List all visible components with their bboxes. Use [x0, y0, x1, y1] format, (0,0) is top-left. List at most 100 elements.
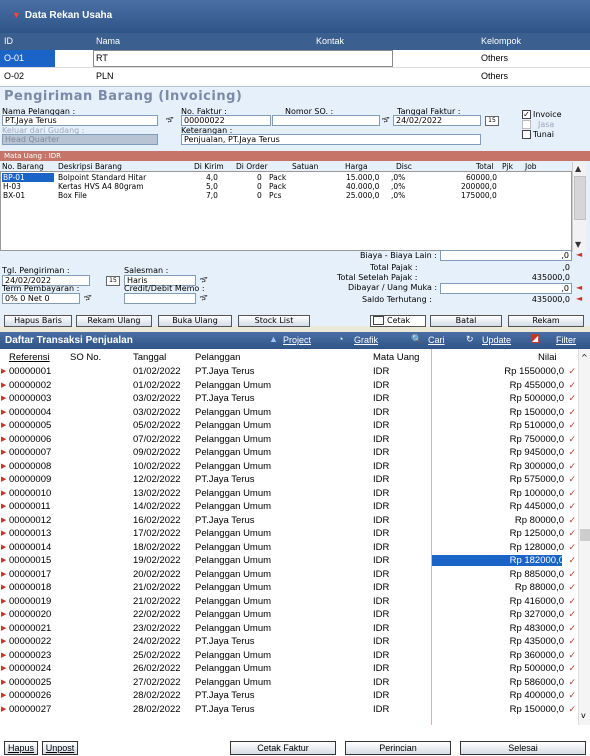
nilai-cell[interactable]: Rp 128000,0: [454, 542, 564, 553]
rekan-row[interactable]: O-02 PLN Others: [0, 67, 590, 84]
ref-cell[interactable]: 00000025: [9, 677, 51, 688]
search-icon[interactable]: 🔍: [411, 334, 422, 345]
cari-link[interactable]: Cari: [428, 335, 445, 345]
filter-icon[interactable]: ◢: [531, 334, 540, 343]
item-row[interactable]: BX-01 Box File 7,0 0 Pcs 25.000,0 ,0% 17…: [1, 191, 573, 200]
nilai-cell[interactable]: Rp 1550000,0: [454, 366, 564, 377]
credit-memo-field[interactable]: [124, 293, 196, 304]
nilai-cell[interactable]: Rp 150000,0: [454, 407, 564, 418]
transaksi-row[interactable]: ▶ 00000001 01/02/2022 PT.Jaya Terus IDR Rp 15…: [0, 366, 578, 377]
grafik-icon[interactable]: ◔: [338, 334, 343, 344]
invoice-checkbox[interactable]: ✓: [522, 110, 531, 119]
ref-cell[interactable]: 00000005: [9, 420, 51, 431]
nama-pelanggan-field[interactable]: PT.Jaya Terus: [2, 115, 158, 126]
items-scrollbar[interactable]: ▲ ▼: [572, 162, 586, 252]
ref-cell[interactable]: 00000023: [9, 650, 51, 661]
rekam-ulang-button[interactable]: Rekam Ulang: [76, 315, 152, 327]
rekan-id-cell[interactable]: O-01: [0, 50, 55, 67]
perincian-button[interactable]: Perincian: [345, 741, 451, 755]
cetak-faktur-button[interactable]: Cetak Faktur: [230, 741, 336, 755]
nilai-cell[interactable]: Rp 500000,0: [454, 393, 564, 404]
transaksi-row[interactable]: ▶ 00000008 10/02/2022 Pelanggan Umum IDR Rp 3…: [0, 461, 578, 472]
nilai-cell[interactable]: Rp 945000,0: [454, 447, 564, 458]
key-icon[interactable]: ኇ: [166, 115, 173, 125]
col-id[interactable]: ID: [4, 36, 13, 46]
ref-cell[interactable]: 00000015: [9, 555, 51, 566]
nilai-cell[interactable]: Rp 88000,0: [454, 582, 564, 593]
rekan-row[interactable]: O-01 RT Others: [0, 50, 590, 67]
item-row[interactable]: BP-01 Bolpoint Standard Hitar 4,0 0 Pack…: [1, 173, 573, 182]
col-job[interactable]: Job: [525, 162, 537, 171]
col-nama[interactable]: Nama: [96, 36, 120, 46]
rekan-nama-edit[interactable]: RT: [93, 50, 393, 67]
ref-cell[interactable]: 00000017: [9, 569, 51, 580]
scroll-down-icon[interactable]: ▼: [575, 240, 581, 249]
transaksi-list[interactable]: ▶ 00000001 01/02/2022 PT.Jaya Terus IDR Rp 15…: [0, 365, 578, 725]
hapus-button[interactable]: Hapus: [4, 741, 38, 755]
nilai-cell[interactable]: Rp 500000,0: [454, 663, 564, 674]
col-kelompok[interactable]: Kelompok: [481, 36, 521, 46]
ref-cell[interactable]: 00000004: [9, 407, 51, 418]
transaksi-row[interactable]: ▶ 00000026 28/02/2022 PT.Jaya Terus IDR Rp 40…: [0, 690, 578, 701]
col-tanggal[interactable]: Tanggal: [133, 352, 166, 363]
col-di-order[interactable]: Di Order: [236, 162, 268, 171]
col-deskripsi[interactable]: Deskripsi Barang: [58, 162, 122, 171]
arrow-left-icon[interactable]: ◄: [576, 250, 582, 259]
ref-cell[interactable]: 00000024: [9, 663, 51, 674]
jasa-checkbox[interactable]: [522, 120, 531, 129]
collapse-triangle-icon[interactable]: ▼: [12, 10, 21, 20]
buka-ulang-button[interactable]: Buka Ulang: [158, 315, 232, 327]
scroll-thumb[interactable]: [574, 176, 586, 220]
arrow-left-icon[interactable]: ◄: [576, 294, 582, 303]
transaksi-row[interactable]: ▶ 00000017 20/02/2022 Pelanggan Umum IDR Rp 8…: [0, 569, 578, 580]
col-nilai[interactable]: Nilai: [538, 352, 556, 363]
nilai-cell[interactable]: Rp 150000,0: [454, 704, 564, 715]
transaksi-row[interactable]: ▶ 00000022 24/02/2022 PT.Jaya Terus IDR Rp 43…: [0, 636, 578, 647]
col-di-kirim[interactable]: Di Kirim: [194, 162, 224, 171]
calendar-icon[interactable]: 15: [106, 276, 120, 286]
tanggal-faktur-field[interactable]: 24/02/2022: [393, 115, 481, 126]
filter-link[interactable]: Filter: [556, 335, 576, 345]
transaksi-row[interactable]: ▶ 00000027 28/02/2022 PT.Jaya Terus IDR Rp 15…: [0, 704, 578, 715]
ref-cell[interactable]: 00000002: [9, 380, 51, 391]
scroll-up-icon[interactable]: ^: [581, 353, 588, 362]
nilai-cell[interactable]: Rp 483000,0: [454, 623, 564, 634]
ref-cell[interactable]: 00000026: [9, 690, 51, 701]
ref-cell[interactable]: 00000009: [9, 474, 51, 485]
rekam-button[interactable]: Rekam: [508, 315, 584, 327]
items-grid[interactable]: BP-01 Bolpoint Standard Hitar 4,0 0 Pack…: [0, 171, 572, 251]
col-satuan[interactable]: Satuan: [292, 162, 318, 171]
nilai-cell[interactable]: Rp 100000,0: [454, 488, 564, 499]
transaksi-row[interactable]: ▶ 00000006 07/02/2022 Pelanggan Umum IDR Rp 7…: [0, 434, 578, 445]
batal-button[interactable]: Batal: [430, 315, 502, 327]
ref-cell[interactable]: 00000014: [9, 542, 51, 553]
nilai-cell[interactable]: Rp 750000,0: [454, 434, 564, 445]
transaksi-row[interactable]: ▶ 00000003 03/02/2022 PT.Jaya Terus IDR Rp 50…: [0, 393, 578, 404]
nilai-cell[interactable]: Rp 575000,0: [454, 474, 564, 485]
nilai-cell[interactable]: Rp 182000,0: [454, 555, 564, 566]
nilai-cell[interactable]: Rp 586000,0: [454, 677, 564, 688]
dibayar-field[interactable]: ,0: [440, 283, 572, 294]
scroll-down-icon[interactable]: v: [581, 711, 586, 720]
nilai-cell[interactable]: Rp 455000,0: [454, 380, 564, 391]
tunai-checkbox[interactable]: [522, 130, 531, 139]
transaksi-row[interactable]: ▶ 00000021 23/02/2022 Pelanggan Umum IDR Rp 4…: [0, 623, 578, 634]
transaksi-row[interactable]: ▶ 00000025 27/02/2022 Pelanggan Umum IDR Rp 5…: [0, 677, 578, 688]
key-icon[interactable]: ኇ: [200, 293, 207, 303]
item-no-cell[interactable]: BP-01: [2, 173, 54, 182]
transaksi-row[interactable]: ▶ 00000015 19/02/2022 Pelanggan Umum IDR Rp 1…: [0, 555, 578, 566]
scroll-up-icon[interactable]: ▲: [575, 164, 581, 173]
transaksi-row[interactable]: ▶ 00000012 16/02/2022 PT.Jaya Terus IDR Rp 80…: [0, 515, 578, 526]
scroll-thumb[interactable]: [580, 529, 590, 541]
refresh-icon[interactable]: ↻: [466, 334, 474, 345]
transaksi-row[interactable]: ▶ 00000010 13/02/2022 Pelanggan Umum IDR Rp 1…: [0, 488, 578, 499]
ref-cell[interactable]: 00000018: [9, 582, 51, 593]
transaksi-scrollbar[interactable]: ^ v: [578, 349, 590, 725]
nilai-cell[interactable]: Rp 400000,0: [454, 690, 564, 701]
ref-cell[interactable]: 00000020: [9, 609, 51, 620]
col-pelanggan[interactable]: Pelanggan: [195, 352, 240, 363]
transaksi-row[interactable]: ▶ 00000013 17/02/2022 Pelanggan Umum IDR Rp 1…: [0, 528, 578, 539]
transaksi-row[interactable]: ▶ 00000020 22/02/2022 Pelanggan Umum IDR Rp 3…: [0, 609, 578, 620]
calendar-icon[interactable]: 15: [485, 116, 499, 126]
transaksi-row[interactable]: ▶ 00000019 21/02/2022 Pelanggan Umum IDR Rp 4…: [0, 596, 578, 607]
